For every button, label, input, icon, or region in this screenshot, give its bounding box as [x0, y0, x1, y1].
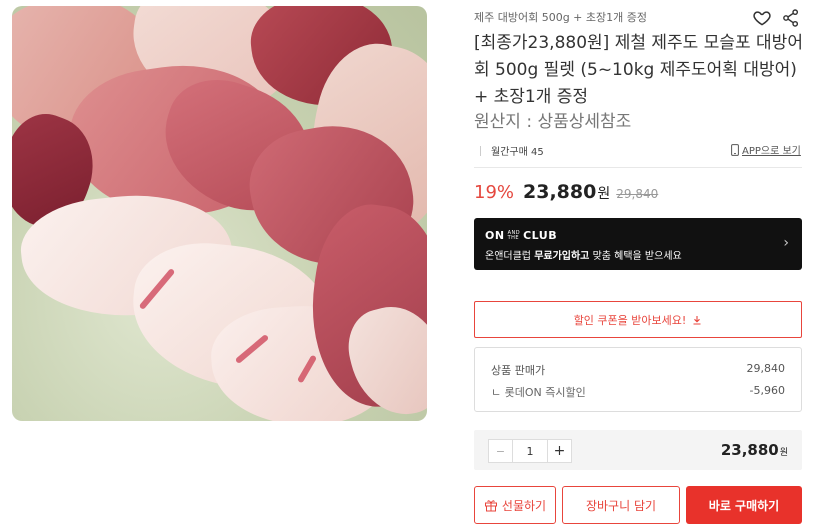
quantity-plus-button[interactable]: + — [547, 440, 571, 462]
app-view-link[interactable]: APP으로 보기 — [731, 142, 801, 157]
price-row: 19% 23,880 원 29,840 — [474, 181, 658, 203]
coupon-button-label: 할인 쿠폰을 받아보세요! — [573, 313, 687, 327]
chevron-right-icon: › — [783, 235, 789, 251]
club-banner-text: 온앤더클럽 무료가입하고 맞춤 혜택을 받으세요 — [485, 251, 682, 262]
product-image — [12, 6, 427, 421]
sale-price: 23,880 — [523, 181, 597, 203]
mobile-icon — [731, 143, 739, 156]
selling-price-row: 상품 판매가 29,840 — [491, 362, 785, 377]
quantity-stepper: − 1 + — [488, 439, 572, 463]
total-amount: 23,880 — [720, 441, 779, 459]
price-breakdown: 상품 판매가 29,840 ㄴ 롯데ON 즉시할인 -5,960 — [474, 347, 802, 412]
product-title: [최종가23,880원] 제철 제주도 모슬포 대방어회 500g 필렛 (5~… — [474, 33, 803, 107]
quantity-area: − 1 + 23,880 원 — [474, 430, 802, 470]
monthly-purchase-text: 월간구매 45 — [491, 147, 544, 158]
gift-button-label: 선물하기 — [501, 498, 547, 513]
monthly-purchase: 월간구매 45 — [480, 143, 544, 158]
total-price: 23,880 원 — [721, 441, 788, 459]
club-banner[interactable]: ON AND THE CLUB 온앤더클럽 무료가입하고 맞춤 혜택을 받으세요 … — [474, 218, 802, 270]
add-to-cart-button[interactable]: 장바구니 담기 — [562, 486, 680, 524]
original-price: 29,840 — [616, 187, 659, 201]
app-view-label: APP으로 보기 — [742, 146, 801, 157]
sale-price-unit: 원 — [597, 186, 611, 202]
discount-rate: 19% — [474, 182, 515, 203]
action-buttons: 선물하기 장바구니 담기 바로 구매하기 — [474, 486, 802, 524]
total-unit: 원 — [779, 448, 788, 458]
buy-now-button[interactable]: 바로 구매하기 — [686, 486, 802, 524]
club-logo: ON AND THE CLUB — [485, 229, 558, 242]
divider — [474, 167, 802, 168]
product-origin: 원산지 : 상품상세참조 — [474, 112, 632, 132]
share-icon[interactable] — [781, 8, 801, 28]
quantity-input[interactable]: 1 — [513, 440, 547, 462]
heart-icon[interactable] — [752, 8, 772, 28]
gift-button[interactable]: 선물하기 — [474, 486, 556, 524]
quantity-minus-button[interactable]: − — [489, 440, 513, 462]
breadcrumb[interactable]: 제주 대방어회 500g + 초장1개 증정 — [474, 9, 647, 25]
gift-icon — [484, 500, 497, 512]
download-icon — [693, 315, 701, 325]
instant-discount-row: ㄴ 롯데ON 즉시할인 -5,960 — [491, 384, 785, 399]
coupon-button[interactable]: 할인 쿠폰을 받아보세요! — [474, 301, 802, 338]
